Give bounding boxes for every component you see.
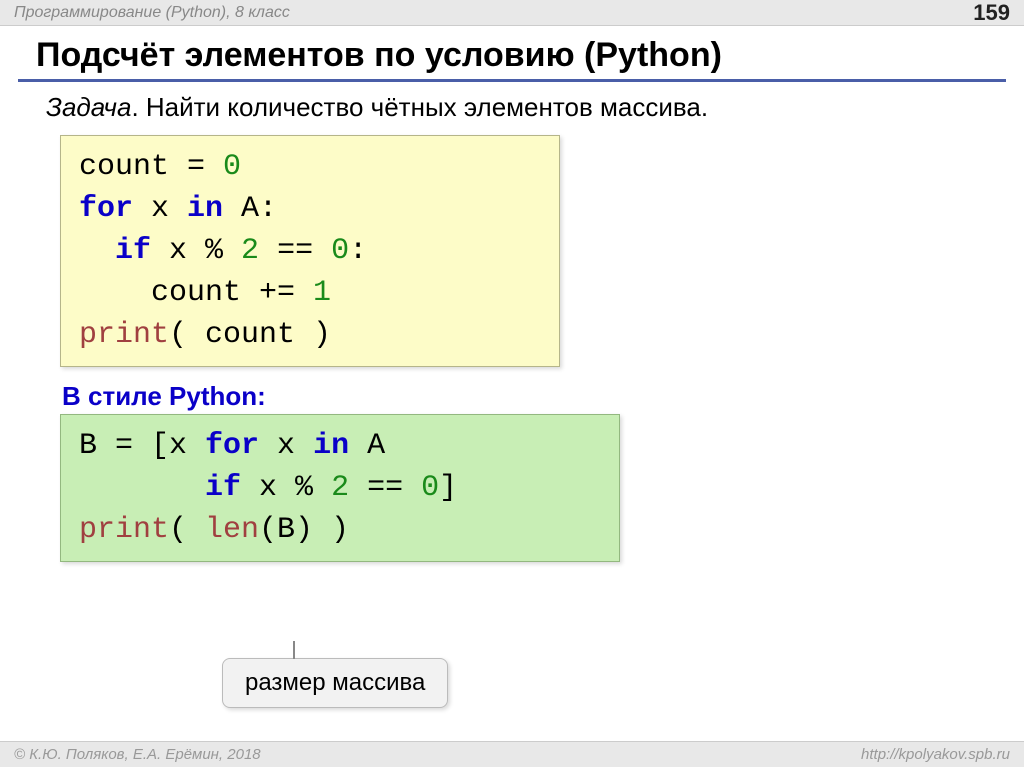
slide-title: Подсчёт элементов по условию (Python) <box>0 26 1024 79</box>
page-number: 159 <box>973 0 1010 26</box>
code-block-1: count = 0for x in A: if x % 2 == 0: coun… <box>60 135 560 367</box>
footer-copyright: © К.Ю. Поляков, Е.А. Ерёмин, 2018 <box>14 746 261 763</box>
course-label: Программирование (Python), 8 класс <box>14 4 290 22</box>
header-bar: Программирование (Python), 8 класс 159 <box>0 0 1024 26</box>
python-style-label: В стиле Python: <box>62 381 1024 412</box>
footer-url: http://kpolyakov.spb.ru <box>861 746 1010 763</box>
task-label: Задача <box>46 92 131 122</box>
callout-array-size: размер массива <box>222 658 448 708</box>
footer-bar: © К.Ю. Поляков, Е.А. Ерёмин, 2018 http:/… <box>0 741 1024 767</box>
code-block-2: B = [x for x in A if x % 2 == 0]print( l… <box>60 414 620 562</box>
task-line: Задача. Найти количество чётных элементо… <box>0 92 1024 135</box>
title-underline <box>18 79 1006 82</box>
task-text: . Найти количество чётных элементов масс… <box>131 92 708 122</box>
